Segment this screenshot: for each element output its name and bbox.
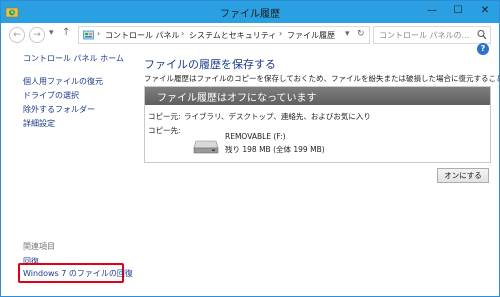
up-button[interactable]: ↑ [62, 27, 70, 38]
maximize-button[interactable]: ☐ [445, 1, 471, 23]
title-bar: ファイル履歴 — ☐ ✕ [1, 1, 499, 23]
drive-space: 残り 198 MB (全体 199 MB) [225, 145, 325, 154]
search-input[interactable]: コントロール パネルの... [373, 26, 491, 44]
breadcrumb-separator: › [181, 29, 185, 38]
control-panel-icon [83, 30, 94, 40]
address-row: ← → ▾ ↑ › コントロール パネル › システムとセキュリティ › ファイ… [1, 23, 499, 47]
breadcrumb-separator: › [97, 29, 101, 38]
recent-locations-button[interactable]: ▾ [49, 28, 54, 38]
help-icon[interactable]: ? [477, 43, 489, 55]
breadcrumb-file-history[interactable]: ファイル履歴 [287, 30, 335, 41]
page-title: ファイルの履歴を保存する [144, 58, 276, 71]
refresh-button[interactable]: ↻ [357, 29, 365, 39]
back-button[interactable]: ← [9, 27, 25, 43]
close-button[interactable]: ✕ [471, 1, 499, 23]
status-panel: ファイル履歴はオフになっています コピー元: ライブラリ、デスクトップ、連絡先、… [144, 86, 491, 163]
sidebar-item-restore-personal-files[interactable]: 個人用ファイルの復元 [23, 76, 103, 87]
status-header-text: ファイル履歴はオフになっています [157, 93, 317, 104]
removable-drive-icon [193, 140, 219, 154]
file-history-window: ファイル履歴 — ☐ ✕ ← → ▾ ↑ › コントロール パネル › システム… [0, 0, 500, 297]
copy-to-label: コピー先: [148, 126, 181, 135]
sidebar-item-exclude-folders[interactable]: 除外するフォルダー [23, 104, 95, 115]
related-link-windows7-file-recovery[interactable]: Windows 7 のファイルの回復 [23, 268, 133, 279]
breadcrumb-control-panel[interactable]: コントロール パネル [105, 30, 180, 41]
address-bar[interactable]: › コントロール パネル › システムとセキュリティ › ファイル履歴 ▾ ↻ [78, 26, 370, 44]
turn-on-button[interactable]: オンにする [437, 168, 489, 183]
left-navigation-pane: コントロール パネル ホーム 個人用ファイルの復元 ドライブの選択 除外するフォ… [1, 47, 135, 296]
sidebar-item-advanced-settings[interactable]: 詳細設定 [23, 118, 55, 129]
forward-button[interactable]: → [29, 27, 45, 43]
page-description: ファイル履歴はファイルのコピーを保存しておくため、ファイルを紛失または破損した場… [144, 74, 499, 83]
search-placeholder: コントロール パネルの... [379, 31, 470, 40]
copy-from-value: ライブラリ、デスクトップ、連絡先、およびお気に入り [184, 112, 371, 121]
drive-name: REMOVABLE (F:) [225, 132, 286, 141]
address-dropdown-button[interactable]: ▾ [345, 29, 350, 39]
minimize-button[interactable]: — [419, 1, 445, 23]
copy-from-label: コピー元: [148, 112, 181, 121]
control-panel-home-link[interactable]: コントロール パネル ホーム [23, 53, 124, 64]
search-icon[interactable] [477, 29, 487, 41]
related-heading: 関連項目 [23, 242, 55, 251]
status-header: ファイル履歴はオフになっています [145, 87, 490, 105]
sidebar-item-select-drive[interactable]: ドライブの選択 [23, 90, 79, 101]
breadcrumb-separator: › [279, 29, 283, 38]
breadcrumb-system-security[interactable]: システムとセキュリティ [189, 30, 276, 41]
